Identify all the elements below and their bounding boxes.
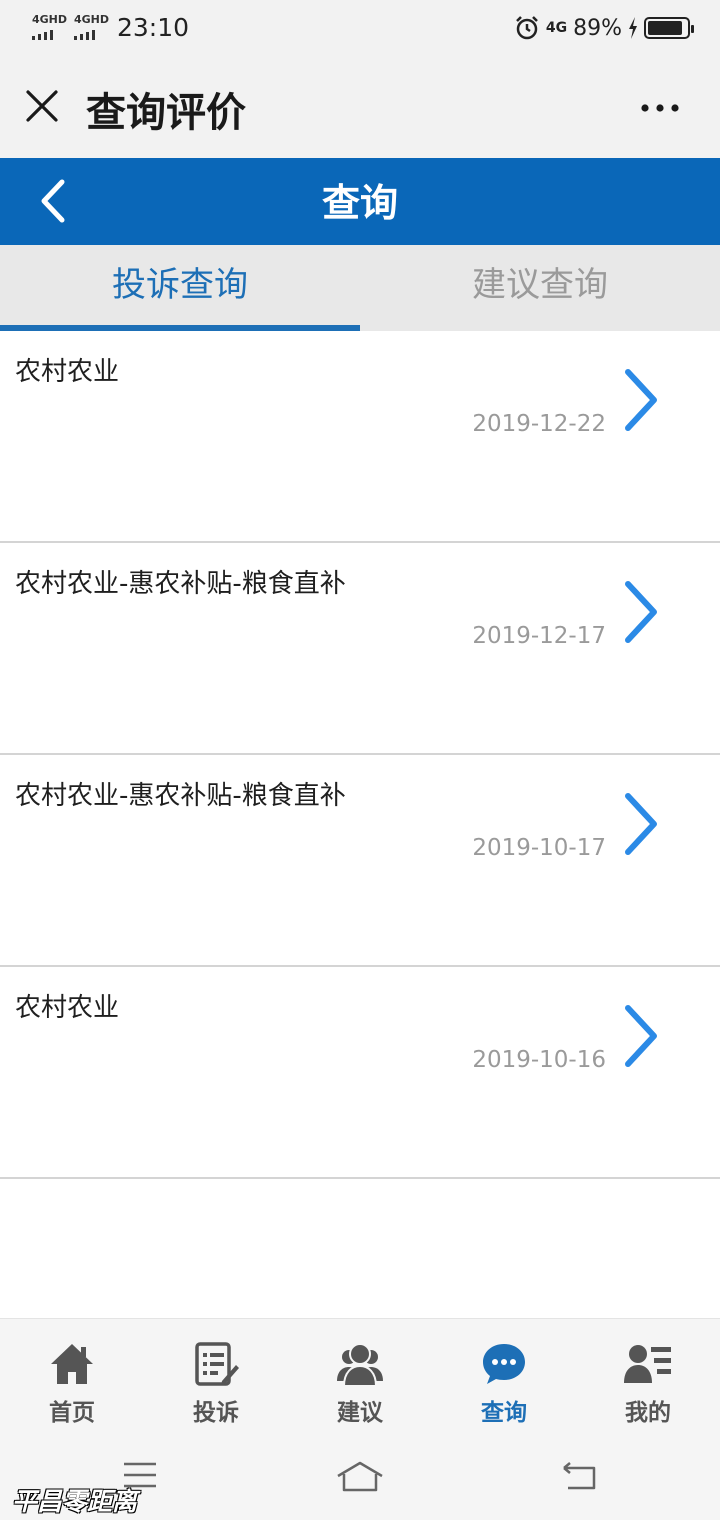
alarm-icon <box>515 16 538 40</box>
query-tabs: 投诉查询 建议查询 <box>0 245 720 331</box>
item-date: 2019-10-17 <box>472 835 606 861</box>
page-title: 查询评价 <box>86 90 246 136</box>
bottom-nav: 首页 投诉 建议 查询 我的 <box>0 1318 720 1438</box>
chevron-right-icon[interactable] <box>622 579 662 645</box>
complaint-icon <box>195 1342 239 1386</box>
item-date: 2019-10-16 <box>472 1047 606 1073</box>
item-title: 农村农业 <box>15 993 120 1023</box>
item-date: 2019-12-17 <box>472 623 606 649</box>
item-title: 农村农业-惠农补贴-粮食直补 <box>15 569 346 599</box>
signal-bars-icon <box>32 30 53 40</box>
nav-label: 建议 <box>337 1400 383 1426</box>
home-button-icon[interactable] <box>336 1460 384 1494</box>
back-button-icon[interactable] <box>560 1460 600 1492</box>
item-date: 2019-12-22 <box>472 411 606 437</box>
more-icon[interactable] <box>640 102 680 114</box>
list-item[interactable]: 农村农业 2019-10-16 <box>0 967 720 1179</box>
record-list: 农村农业 2019-12-22 农村农业-惠农补贴-粮食直补 2019-12-1… <box>0 331 720 1179</box>
app-titlebar: 查询评价 <box>0 58 720 158</box>
status-right: 4G 89% <box>514 13 694 43</box>
nav-suggestion[interactable]: 建议 <box>288 1319 432 1438</box>
chevron-right-icon[interactable] <box>622 367 662 433</box>
clock: 23:10 <box>117 13 190 42</box>
nav-home[interactable]: 首页 <box>0 1319 144 1438</box>
chat-icon <box>483 1344 525 1384</box>
users-icon <box>337 1343 383 1387</box>
close-icon[interactable] <box>22 86 62 126</box>
battery-fill <box>648 21 682 35</box>
profile-icon <box>624 1345 671 1383</box>
signal-bars-icon <box>74 30 95 40</box>
nav-complaint[interactable]: 投诉 <box>144 1319 288 1438</box>
battery-percent: 89% <box>573 15 622 41</box>
tab-suggestion-query[interactable]: 建议查询 <box>360 245 720 331</box>
list-item[interactable]: 农村农业-惠农补贴-粮食直补 2019-10-17 <box>0 755 720 967</box>
blue-header: 查询 <box>0 158 720 245</box>
signal-indicator-1: 4GHD <box>32 12 67 40</box>
nav-label: 查询 <box>481 1400 527 1426</box>
status-bar: 4GHD 4GHD 23:10 4G 89% <box>0 0 720 58</box>
network-type: 4G <box>545 20 568 36</box>
watermark-text: 平昌零距离 <box>12 1487 138 1516</box>
battery-icon <box>644 17 694 39</box>
nav-label: 投诉 <box>193 1400 239 1426</box>
signal-indicator-2: 4GHD <box>74 12 109 40</box>
charging-icon <box>629 17 637 39</box>
nav-mine[interactable]: 我的 <box>576 1319 720 1438</box>
nav-label: 首页 <box>49 1400 95 1426</box>
chevron-right-icon[interactable] <box>622 1003 662 1069</box>
header-title: 查询 <box>321 181 398 225</box>
list-item[interactable]: 农村农业 2019-12-22 <box>0 331 720 543</box>
list-item[interactable]: 农村农业-惠农补贴-粮食直补 2019-12-17 <box>0 543 720 755</box>
tab-complaint-query[interactable]: 投诉查询 <box>0 245 360 331</box>
item-title: 农村农业 <box>15 357 120 387</box>
nav-label: 我的 <box>625 1400 671 1426</box>
nav-query[interactable]: 查询 <box>432 1319 576 1438</box>
item-title: 农村农业-惠农补贴-粮食直补 <box>15 781 346 811</box>
home-icon <box>51 1344 93 1384</box>
chevron-right-icon[interactable] <box>622 791 662 857</box>
